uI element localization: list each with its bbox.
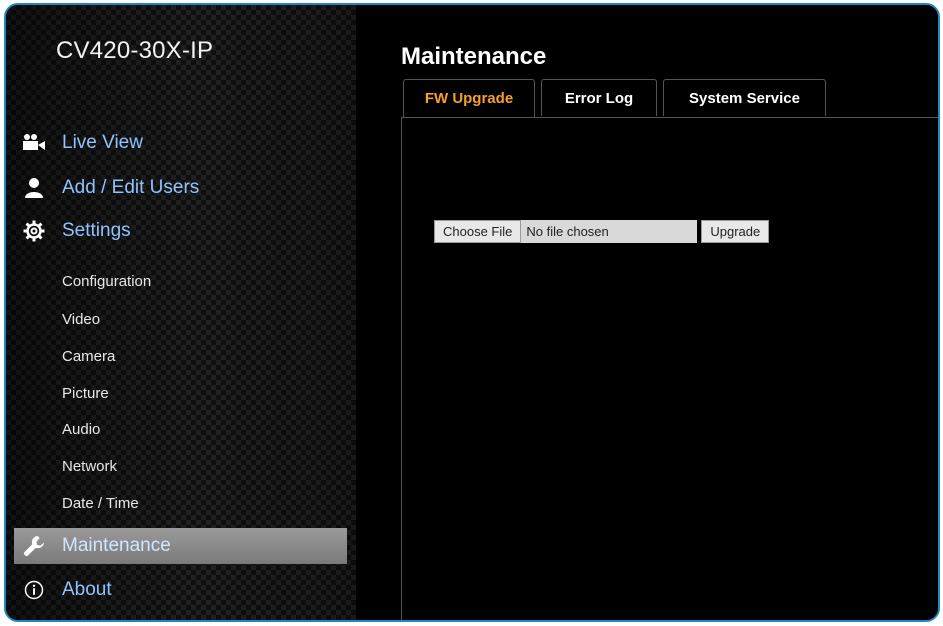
nav-item-label: Settings [62,220,131,241]
nav-item-about[interactable]: About [6,572,356,608]
settings-item-date-time[interactable]: Date / Time [62,495,139,512]
file-upload-row: Choose File No file chosen Upgrade [434,220,770,243]
settings-item-network[interactable]: Network [62,458,117,475]
sidebar: CV420-30X-IP Live View Add / Edit Users [6,5,356,620]
settings-item-picture[interactable]: Picture [62,385,109,402]
upgrade-button[interactable]: Upgrade [701,220,770,243]
video-camera-icon [22,131,46,155]
device-name: CV420-30X-IP [56,37,214,64]
tab-error-log[interactable]: Error Log [541,79,657,116]
file-name-display: No file chosen [521,220,698,243]
gear-icon [22,219,46,243]
settings-item-configuration[interactable]: Configuration [62,273,151,290]
settings-item-camera[interactable]: Camera [62,348,115,365]
app-frame: CV420-30X-IP Live View Add / Edit Users [4,3,940,622]
wrench-icon [22,534,46,558]
nav-item-label: Live View [62,132,143,153]
tab-bar: FW Upgrade Error Log System Service [401,77,938,118]
user-icon [22,176,46,200]
settings-item-audio[interactable]: Audio [62,421,100,438]
settings-item-video[interactable]: Video [62,311,100,328]
info-icon [22,578,46,602]
tab-content-fw-upgrade: Choose File No file chosen Upgrade [401,117,938,620]
tab-system-service[interactable]: System Service [663,79,826,116]
nav-item-maintenance[interactable]: Maintenance [14,528,347,564]
nav-item-settings[interactable]: Settings [6,213,356,249]
page-title: Maintenance [401,43,547,70]
nav-item-label: About [62,579,112,600]
main-panel: Maintenance FW Upgrade Error Log System … [356,5,938,620]
nav-item-label: Add / Edit Users [62,177,200,198]
nav-item-add-edit-users[interactable]: Add / Edit Users [6,170,356,206]
tab-fw-upgrade[interactable]: FW Upgrade [403,79,535,117]
nav-item-label: Maintenance [62,535,171,556]
choose-file-button[interactable]: Choose File [434,220,522,243]
nav-item-live-view[interactable]: Live View [6,125,356,161]
